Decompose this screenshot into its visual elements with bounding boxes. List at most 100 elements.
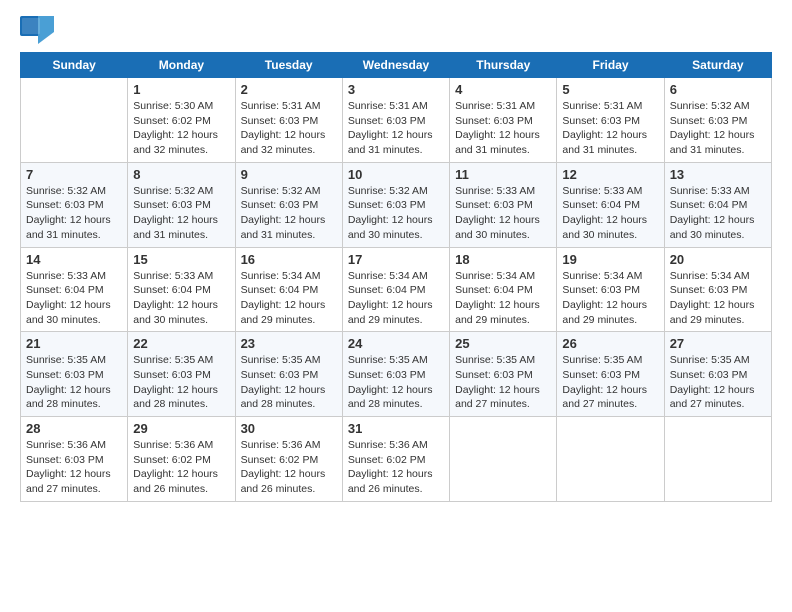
day-info: Sunrise: 5:32 AM Sunset: 6:03 PM Dayligh… — [241, 184, 337, 243]
day-info: Sunrise: 5:35 AM Sunset: 6:03 PM Dayligh… — [133, 353, 229, 412]
day-info: Sunrise: 5:32 AM Sunset: 6:03 PM Dayligh… — [670, 99, 766, 158]
day-number: 14 — [26, 252, 122, 267]
calendar-day-cell: 11Sunrise: 5:33 AM Sunset: 6:03 PM Dayli… — [450, 162, 557, 247]
day-number: 9 — [241, 167, 337, 182]
calendar-day-cell: 27 Sunrise: 5:35 AM Sunset: 6:03 PM Dayli… — [664, 332, 771, 417]
day-number: 30 — [241, 421, 337, 436]
calendar-empty-cell — [557, 417, 664, 502]
calendar-day-cell: 10 Sunrise: 5:32 AM Sunset: 6:03 PM Dayli… — [342, 162, 449, 247]
day-info: Sunrise: 5:31 AM Sunset: 6:03 PM Dayligh… — [241, 99, 337, 158]
calendar-day-cell: 5Sunrise: 5:31 AM Sunset: 6:03 PM Daylig… — [557, 78, 664, 163]
logo — [20, 16, 58, 44]
calendar-day-cell: 8Sunrise: 5:32 AM Sunset: 6:03 PM Daylig… — [128, 162, 235, 247]
day-info: Sunrise: 5:33 AM Sunset: 6:04 PM Dayligh… — [133, 269, 229, 328]
day-number: 21 — [26, 336, 122, 351]
header — [20, 16, 772, 44]
day-info: Sunrise: 5:33 AM Sunset: 6:03 PM Dayligh… — [455, 184, 551, 243]
day-info: Sunrise: 5:30 AM Sunset: 6:02 PM Dayligh… — [133, 99, 229, 158]
day-info: Sunrise: 5:32 AM Sunset: 6:03 PM Dayligh… — [348, 184, 444, 243]
calendar-week-row: 28Sunrise: 5:36 AM Sunset: 6:03 PM Dayli… — [21, 417, 772, 502]
calendar-body: 1Sunrise: 5:30 AM Sunset: 6:02 PM Daylig… — [21, 78, 772, 502]
day-number: 2 — [241, 82, 337, 97]
day-info: Sunrise: 5:31 AM Sunset: 6:03 PM Dayligh… — [455, 99, 551, 158]
calendar-day-cell: 22 Sunrise: 5:35 AM Sunset: 6:03 PM Dayli… — [128, 332, 235, 417]
calendar-day-cell: 9 Sunrise: 5:32 AM Sunset: 6:03 PM Daylig… — [235, 162, 342, 247]
day-number: 15 — [133, 252, 229, 267]
day-number: 29 — [133, 421, 229, 436]
logo-icon — [20, 16, 54, 44]
calendar-day-cell: 7 Sunrise: 5:32 AM Sunset: 6:03 PM Daylig… — [21, 162, 128, 247]
day-info: Sunrise: 5:32 AM Sunset: 6:03 PM Dayligh… — [26, 184, 122, 243]
weekday-header-cell: Wednesday — [342, 53, 449, 78]
weekday-header-cell: Friday — [557, 53, 664, 78]
calendar-day-cell: 23 Sunrise: 5:35 AM Sunset: 6:03 PM Dayli… — [235, 332, 342, 417]
day-number: 5 — [562, 82, 658, 97]
day-number: 3 — [348, 82, 444, 97]
day-info: Sunrise: 5:35 AM Sunset: 6:03 PM Dayligh… — [241, 353, 337, 412]
day-info: Sunrise: 5:31 AM Sunset: 6:03 PM Dayligh… — [348, 99, 444, 158]
calendar-day-cell: 2 Sunrise: 5:31 AM Sunset: 6:03 PM Daylig… — [235, 78, 342, 163]
day-info: Sunrise: 5:35 AM Sunset: 6:03 PM Dayligh… — [26, 353, 122, 412]
day-info: Sunrise: 5:35 AM Sunset: 6:03 PM Dayligh… — [455, 353, 551, 412]
calendar-day-cell: 24Sunrise: 5:35 AM Sunset: 6:03 PM Dayli… — [342, 332, 449, 417]
day-number: 20 — [670, 252, 766, 267]
day-number: 7 — [26, 167, 122, 182]
day-info: Sunrise: 5:34 AM Sunset: 6:04 PM Dayligh… — [348, 269, 444, 328]
day-number: 13 — [670, 167, 766, 182]
day-info: Sunrise: 5:35 AM Sunset: 6:03 PM Dayligh… — [670, 353, 766, 412]
calendar-day-cell: 31 Sunrise: 5:36 AM Sunset: 6:02 PM Dayli… — [342, 417, 449, 502]
calendar-day-cell: 30 Sunrise: 5:36 AM Sunset: 6:02 PM Dayli… — [235, 417, 342, 502]
day-info: Sunrise: 5:33 AM Sunset: 6:04 PM Dayligh… — [26, 269, 122, 328]
calendar-day-cell: 18 Sunrise: 5:34 AM Sunset: 6:04 PM Dayli… — [450, 247, 557, 332]
calendar-week-row: 1Sunrise: 5:30 AM Sunset: 6:02 PM Daylig… — [21, 78, 772, 163]
day-info: Sunrise: 5:34 AM Sunset: 6:03 PM Dayligh… — [670, 269, 766, 328]
day-info: Sunrise: 5:36 AM Sunset: 6:02 PM Dayligh… — [241, 438, 337, 497]
day-number: 22 — [133, 336, 229, 351]
calendar-day-cell: 4 Sunrise: 5:31 AM Sunset: 6:03 PM Daylig… — [450, 78, 557, 163]
weekday-header-row: SundayMondayTuesdayWednesdayThursdayFrid… — [21, 53, 772, 78]
calendar-day-cell: 12 Sunrise: 5:33 AM Sunset: 6:04 PM Dayli… — [557, 162, 664, 247]
day-number: 23 — [241, 336, 337, 351]
day-number: 26 — [562, 336, 658, 351]
calendar-day-cell: 20 Sunrise: 5:34 AM Sunset: 6:03 PM Dayli… — [664, 247, 771, 332]
calendar-week-row: 21 Sunrise: 5:35 AM Sunset: 6:03 PM Dayli… — [21, 332, 772, 417]
weekday-header-cell: Monday — [128, 53, 235, 78]
day-info: Sunrise: 5:33 AM Sunset: 6:04 PM Dayligh… — [562, 184, 658, 243]
day-info: Sunrise: 5:34 AM Sunset: 6:04 PM Dayligh… — [455, 269, 551, 328]
calendar-day-cell: 16 Sunrise: 5:34 AM Sunset: 6:04 PM Dayli… — [235, 247, 342, 332]
day-number: 24 — [348, 336, 444, 351]
calendar-week-row: 7 Sunrise: 5:32 AM Sunset: 6:03 PM Daylig… — [21, 162, 772, 247]
day-number: 16 — [241, 252, 337, 267]
day-number: 27 — [670, 336, 766, 351]
day-info: Sunrise: 5:36 AM Sunset: 6:03 PM Dayligh… — [26, 438, 122, 497]
calendar-day-cell: 14 Sunrise: 5:33 AM Sunset: 6:04 PM Dayli… — [21, 247, 128, 332]
day-info: Sunrise: 5:35 AM Sunset: 6:03 PM Dayligh… — [562, 353, 658, 412]
calendar-table: SundayMondayTuesdayWednesdayThursdayFrid… — [20, 52, 772, 502]
calendar-day-cell: 17 Sunrise: 5:34 AM Sunset: 6:04 PM Dayli… — [342, 247, 449, 332]
calendar-day-cell: 26 Sunrise: 5:35 AM Sunset: 6:03 PM Dayli… — [557, 332, 664, 417]
calendar-day-cell: 13Sunrise: 5:33 AM Sunset: 6:04 PM Dayli… — [664, 162, 771, 247]
calendar-empty-cell — [664, 417, 771, 502]
day-number: 4 — [455, 82, 551, 97]
calendar-day-cell: 3 Sunrise: 5:31 AM Sunset: 6:03 PM Daylig… — [342, 78, 449, 163]
calendar-day-cell: 6Sunrise: 5:32 AM Sunset: 6:03 PM Daylig… — [664, 78, 771, 163]
day-info: Sunrise: 5:36 AM Sunset: 6:02 PM Dayligh… — [348, 438, 444, 497]
day-number: 12 — [562, 167, 658, 182]
calendar-day-cell: 28Sunrise: 5:36 AM Sunset: 6:03 PM Dayli… — [21, 417, 128, 502]
calendar-day-cell: 21 Sunrise: 5:35 AM Sunset: 6:03 PM Dayli… — [21, 332, 128, 417]
day-number: 31 — [348, 421, 444, 436]
day-info: Sunrise: 5:36 AM Sunset: 6:02 PM Dayligh… — [133, 438, 229, 497]
day-info: Sunrise: 5:34 AM Sunset: 6:03 PM Dayligh… — [562, 269, 658, 328]
calendar-empty-cell — [21, 78, 128, 163]
day-info: Sunrise: 5:34 AM Sunset: 6:04 PM Dayligh… — [241, 269, 337, 328]
day-number: 10 — [348, 167, 444, 182]
weekday-header-cell: Saturday — [664, 53, 771, 78]
weekday-header-cell: Sunday — [21, 53, 128, 78]
day-info: Sunrise: 5:32 AM Sunset: 6:03 PM Dayligh… — [133, 184, 229, 243]
day-number: 18 — [455, 252, 551, 267]
calendar-day-cell: 1Sunrise: 5:30 AM Sunset: 6:02 PM Daylig… — [128, 78, 235, 163]
calendar-day-cell: 15 Sunrise: 5:33 AM Sunset: 6:04 PM Dayli… — [128, 247, 235, 332]
calendar-day-cell: 19Sunrise: 5:34 AM Sunset: 6:03 PM Dayli… — [557, 247, 664, 332]
calendar-week-row: 14 Sunrise: 5:33 AM Sunset: 6:04 PM Dayli… — [21, 247, 772, 332]
day-number: 17 — [348, 252, 444, 267]
